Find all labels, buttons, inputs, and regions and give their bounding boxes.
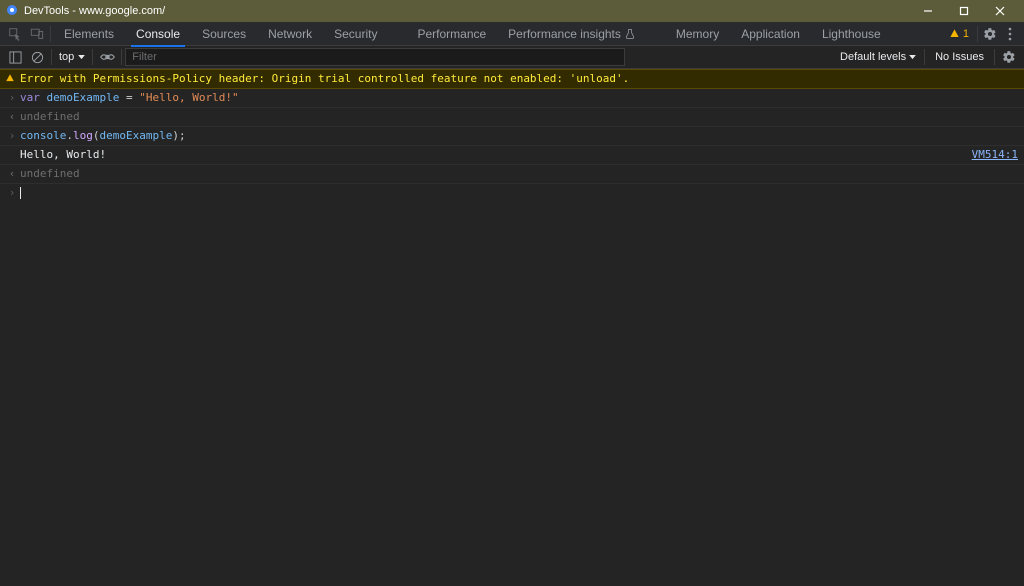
separator [977,26,978,42]
warning-icon [949,28,960,39]
clear-console-icon[interactable] [26,46,48,68]
tab-memory[interactable]: Memory [665,22,730,46]
maximize-button[interactable] [946,0,982,22]
issues-label[interactable]: No Issues [928,51,991,63]
warning-icon [5,73,15,83]
log-levels-selector[interactable]: Default levels [835,51,921,63]
window-title: DevTools - www.google.com/ [24,5,910,17]
filter-input[interactable] [125,48,625,66]
tab-lighthouse[interactable]: Lighthouse [811,22,892,46]
tab-network[interactable]: Network [257,22,323,46]
chevron-down-icon [909,55,916,60]
tab-sources[interactable]: Sources [191,22,257,46]
close-button[interactable] [982,0,1018,22]
execution-context-selector[interactable]: top [55,51,89,63]
minimize-button[interactable] [910,0,946,22]
console-log-row: Hello, World!VM514:1 [0,146,1024,165]
tab-console[interactable]: Console [125,22,191,46]
inspect-element-icon[interactable] [4,23,26,45]
tab-elements[interactable]: Elements [53,22,125,46]
titlebar: DevTools - www.google.com/ [0,0,1024,22]
console-warn-row: Error with Permissions-Policy header: Or… [0,69,1024,89]
source-link[interactable]: VM514:1 [972,149,1018,161]
toggle-sidebar-icon[interactable] [4,46,26,68]
console-settings-icon[interactable] [998,46,1020,68]
console-prompt[interactable]: › [0,184,1024,205]
live-expression-icon[interactable] [96,46,118,68]
main-tabs: ElementsConsoleSourcesNetworkSecurity Per… [0,22,1024,46]
console-output[interactable]: Error with Permissions-Policy header: Or… [0,69,1024,586]
chevron-down-icon [78,55,85,60]
separator [92,49,93,65]
console-input-row: ›var demoExample = "Hello, World!" [0,89,1024,108]
tab-security[interactable]: Security [323,22,388,46]
console-toolbar: top Default levels No Issues [0,46,1024,69]
console-return-row: ‹undefined [0,108,1024,127]
console-input-row: ›console.log(demoExample); [0,127,1024,146]
separator [50,26,51,42]
separator [121,49,122,65]
chrome-icon [6,4,24,19]
console-return-row: ‹undefined [0,165,1024,184]
separator [994,49,995,65]
more-icon[interactable] [1000,23,1020,45]
tab-performance[interactable]: Performance [406,22,497,46]
settings-icon[interactable] [980,23,1000,45]
beaker-icon [624,28,636,40]
tab-performance-insights[interactable]: Performance insights [497,22,647,46]
separator [924,49,925,65]
warnings-badge[interactable]: 1 [949,28,969,40]
device-toolbar-icon[interactable] [26,23,48,45]
tab-application[interactable]: Application [730,22,811,46]
separator [51,49,52,65]
